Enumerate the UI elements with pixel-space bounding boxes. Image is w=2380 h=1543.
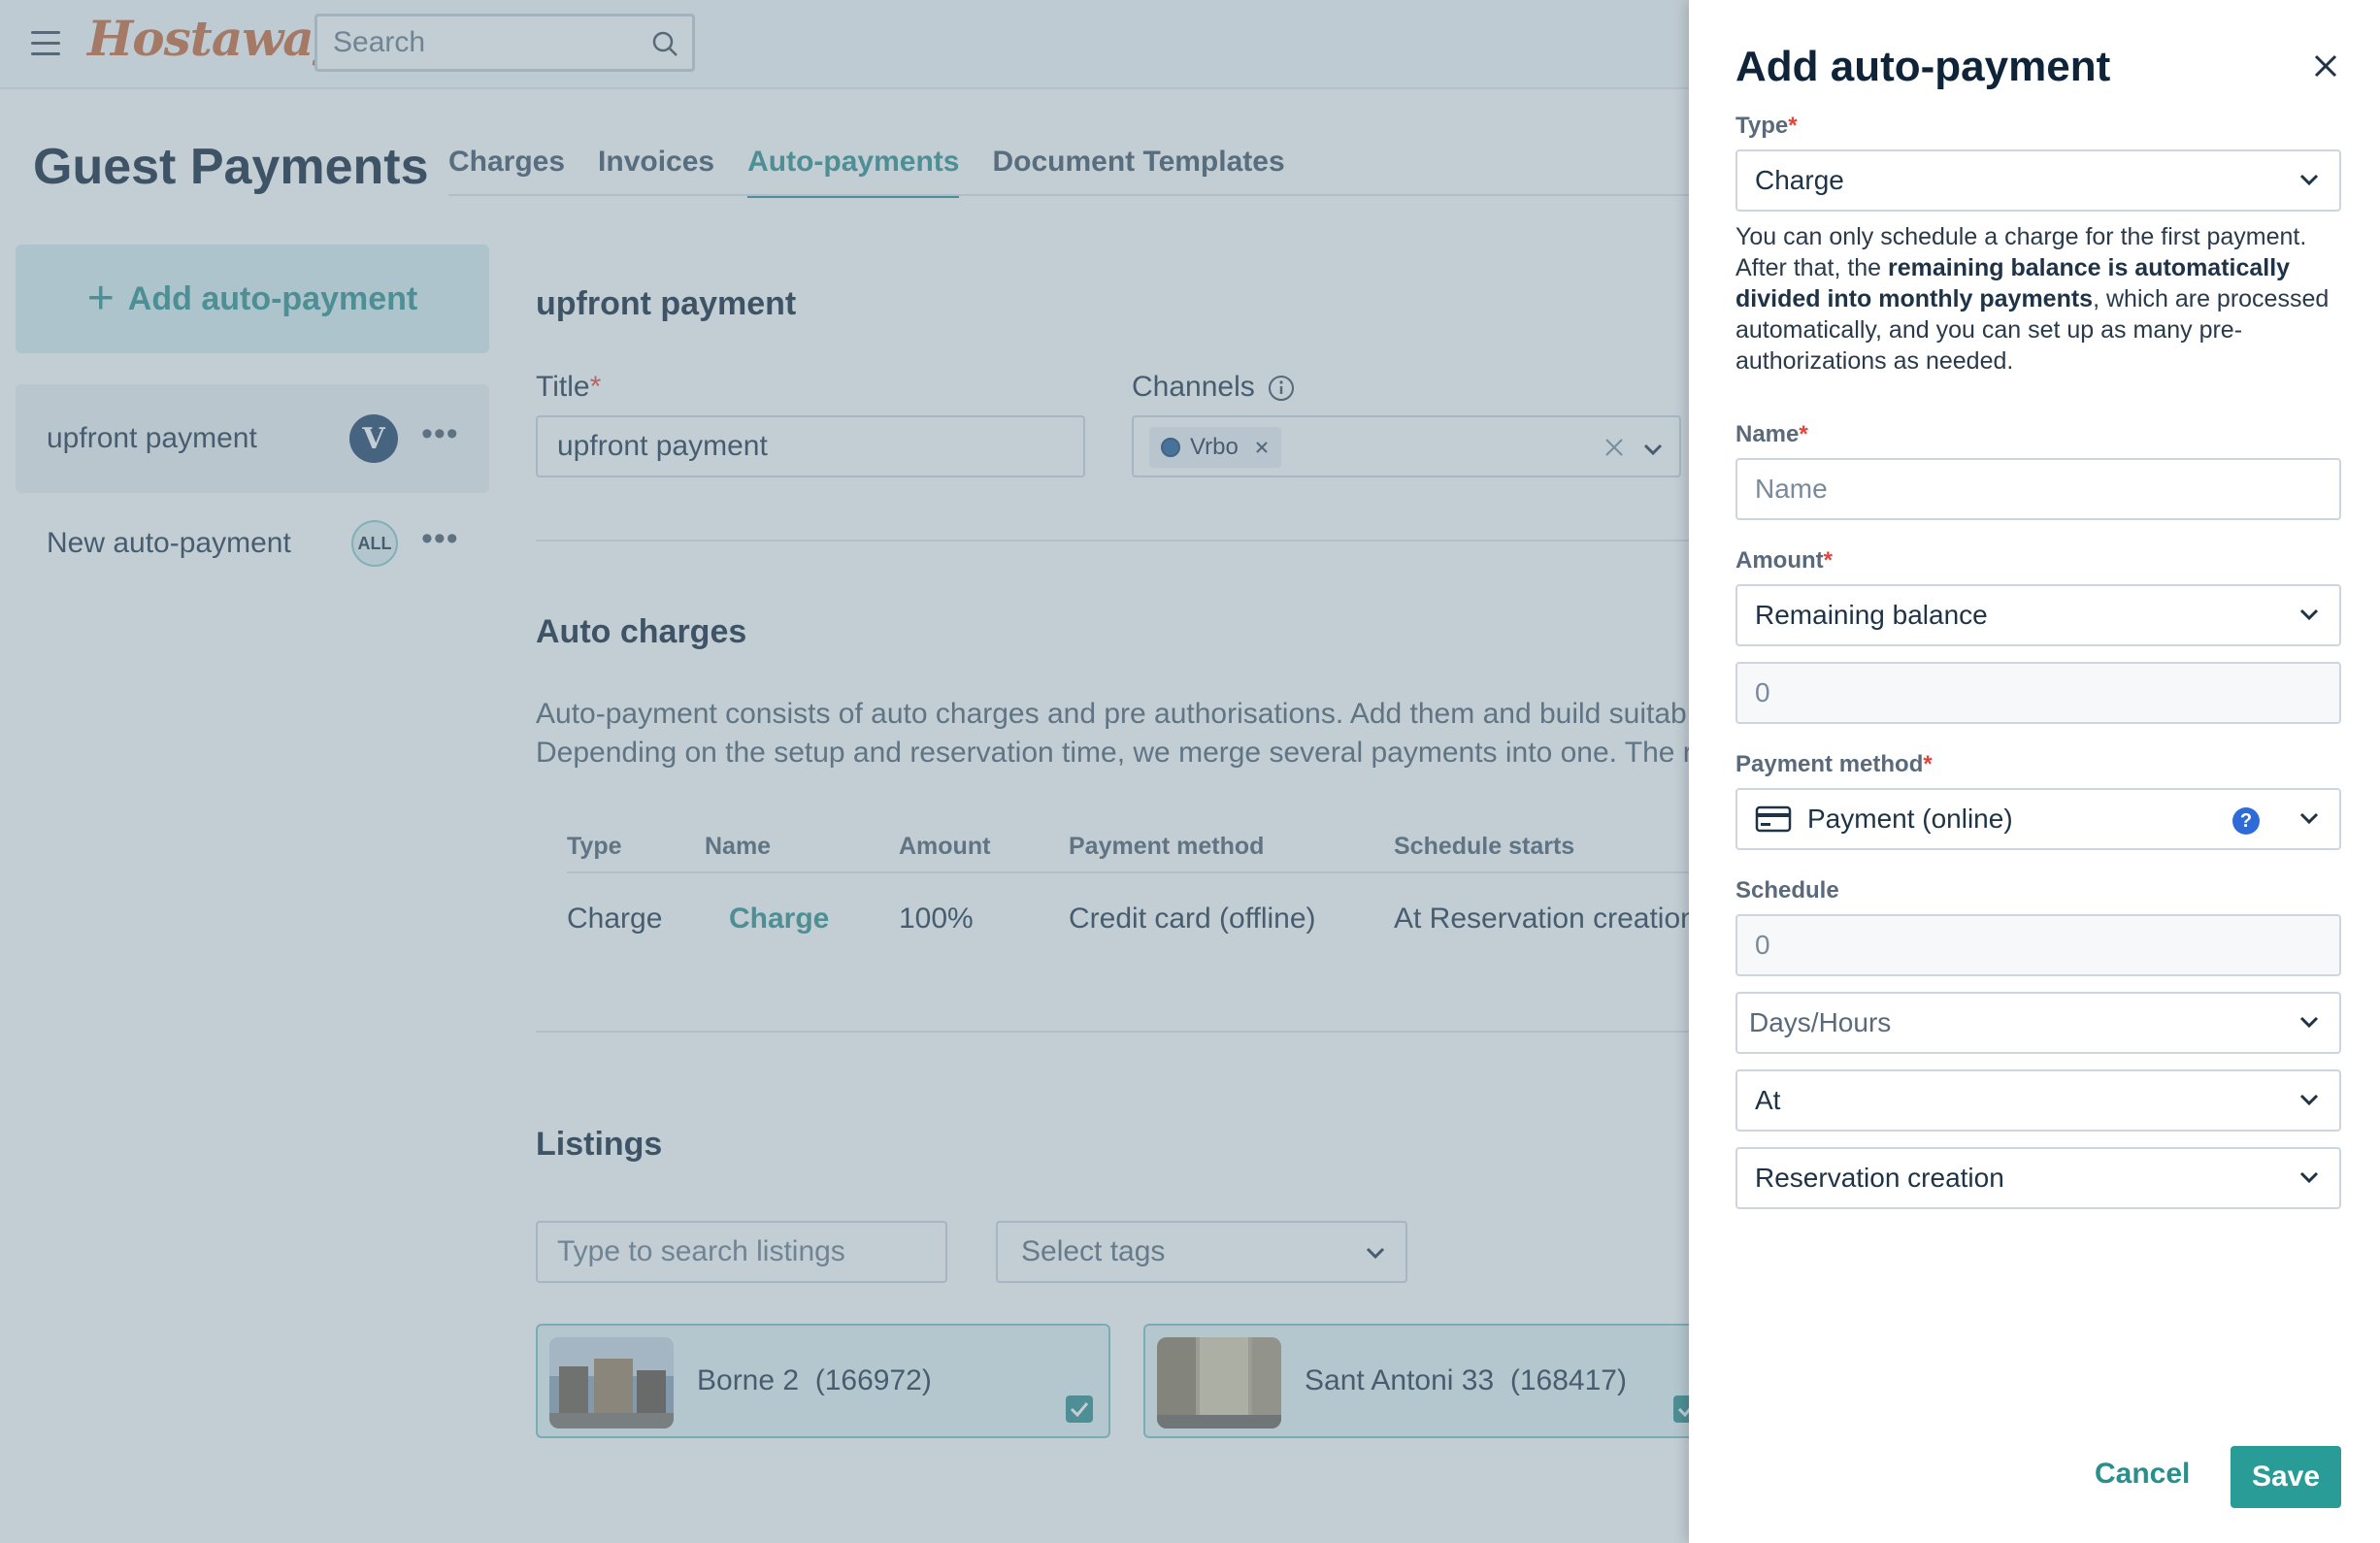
payment-method-label: Payment method* bbox=[1735, 751, 1933, 778]
type-select[interactable]: Charge bbox=[1735, 149, 2341, 212]
required-mark: * bbox=[1923, 751, 1933, 777]
close-icon[interactable] bbox=[2310, 50, 2341, 82]
required-mark: * bbox=[1823, 547, 1833, 574]
chevron-down-icon bbox=[2299, 1016, 2319, 1029]
required-mark: * bbox=[1788, 113, 1798, 139]
amount-label-text: Amount bbox=[1735, 547, 1824, 574]
name-input[interactable]: Name bbox=[1735, 458, 2341, 520]
modal-backdrop[interactable] bbox=[0, 0, 1689, 1543]
required-mark: * bbox=[1799, 421, 1808, 447]
schedule-event-value: Reservation creation bbox=[1755, 1163, 2004, 1193]
schedule-unit-value: Days/Hours bbox=[1749, 1007, 1892, 1037]
amount-label: Amount* bbox=[1735, 547, 1833, 575]
help-icon[interactable]: ? bbox=[2232, 807, 2260, 835]
schedule-event-select[interactable]: Reservation creation bbox=[1735, 1147, 2341, 1209]
type-label-text: Type bbox=[1735, 113, 1789, 139]
save-button[interactable]: Save bbox=[2231, 1446, 2341, 1508]
schedule-relation-value: At bbox=[1755, 1085, 1781, 1115]
drawer-title: Add auto-payment bbox=[1735, 43, 2111, 90]
add-auto-payment-drawer: Add auto-payment Type* Charge You can on… bbox=[1689, 0, 2380, 1543]
schedule-input[interactable]: 0 bbox=[1735, 914, 2341, 976]
amount-input[interactable]: 0 bbox=[1735, 662, 2341, 724]
type-label: Type* bbox=[1735, 113, 1798, 140]
chevron-down-icon bbox=[2299, 608, 2319, 621]
amount-type-select[interactable]: Remaining balance bbox=[1735, 584, 2341, 646]
payment-method-label-text: Payment method bbox=[1735, 751, 1924, 777]
name-label: Name* bbox=[1735, 421, 1808, 448]
schedule-label: Schedule bbox=[1735, 877, 1839, 903]
payment-method-value: Payment (online) bbox=[1807, 804, 2013, 834]
type-help-text: You can only schedule a charge for the f… bbox=[1735, 221, 2341, 377]
cancel-button[interactable]: Cancel bbox=[2095, 1458, 2190, 1491]
schedule-relation-select[interactable]: At bbox=[1735, 1069, 2341, 1132]
type-select-value: Charge bbox=[1755, 165, 1844, 195]
chevron-down-icon bbox=[2299, 174, 2319, 186]
chevron-down-icon bbox=[2299, 1094, 2319, 1106]
credit-card-icon bbox=[1755, 805, 1792, 833]
payment-method-select[interactable]: Payment (online) ? bbox=[1735, 788, 2341, 850]
chevron-down-icon bbox=[2299, 812, 2319, 825]
name-label-text: Name bbox=[1735, 421, 1800, 447]
amount-select-value: Remaining balance bbox=[1755, 600, 1988, 630]
schedule-unit-select[interactable]: Days/Hours bbox=[1735, 992, 2341, 1054]
chevron-down-icon bbox=[2299, 1171, 2319, 1184]
